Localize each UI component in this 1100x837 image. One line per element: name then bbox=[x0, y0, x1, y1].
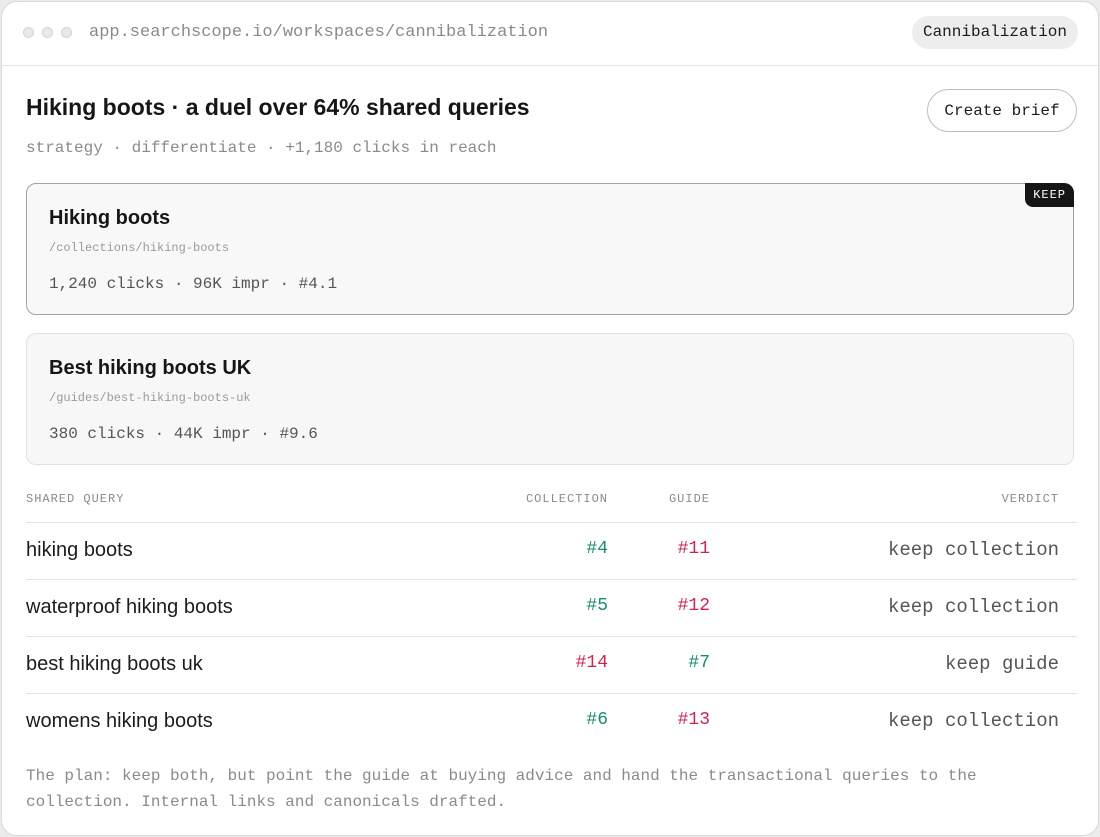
header-collection: COLLECTION bbox=[525, 492, 608, 506]
query-cell: hiking boots bbox=[26, 539, 133, 561]
zoom-window-dot[interactable] bbox=[61, 27, 72, 38]
header-guide: GUIDE bbox=[668, 492, 710, 506]
collection-rank-cell: #5 bbox=[586, 596, 608, 616]
header-shared-query: SHARED QUERY bbox=[26, 492, 125, 506]
query-cell: best hiking boots uk bbox=[26, 653, 203, 675]
address-bar-url[interactable]: app.searchscope.io/workspaces/cannibaliz… bbox=[89, 23, 548, 42]
page-card-guide[interactable]: Best hiking boots UK /guides/best-hiking… bbox=[26, 333, 1074, 465]
guide-rank-cell: #13 bbox=[677, 710, 710, 730]
page-card-title: Best hiking boots UK bbox=[49, 357, 252, 379]
collection-rank-cell: #6 bbox=[586, 710, 608, 730]
verdict-cell: keep guide bbox=[944, 653, 1059, 675]
page-card-stats: 380 clicks · 44K impr · #9.6 bbox=[49, 425, 318, 443]
collection-rank-cell: #14 bbox=[575, 653, 608, 673]
section-pill[interactable]: Cannibalization bbox=[911, 16, 1078, 49]
verdict-cell: keep collection bbox=[887, 539, 1059, 561]
page-title: Hiking boots · a duel over 64% shared qu… bbox=[26, 94, 530, 120]
query-cell: womens hiking boots bbox=[26, 710, 213, 732]
verdict-cell: keep collection bbox=[887, 710, 1059, 732]
browser-titlebar: app.searchscope.io/workspaces/cannibaliz… bbox=[2, 2, 1098, 66]
verdict-cell: keep collection bbox=[887, 596, 1059, 618]
page-subtitle: strategy · differentiate · +1,180 clicks… bbox=[26, 139, 497, 157]
page-card-stats: 1,240 clicks · 96K impr · #4.1 bbox=[49, 275, 338, 293]
page-card-path: /collections/hiking-boots bbox=[49, 241, 230, 255]
table-row[interactable]: womens hiking boots #6 #13 keep collecti… bbox=[26, 694, 1077, 750]
page-card-collection[interactable]: KEEP Hiking boots /collections/hiking-bo… bbox=[26, 183, 1074, 315]
close-window-dot[interactable] bbox=[23, 27, 34, 38]
guide-rank-cell: #12 bbox=[677, 596, 710, 616]
guide-rank-cell: #11 bbox=[677, 539, 710, 559]
table-row[interactable]: best hiking boots uk #14 #7 keep guide bbox=[26, 637, 1077, 694]
page-card-title: Hiking boots bbox=[49, 207, 171, 229]
page-card-path: /guides/best-hiking-boots-uk bbox=[49, 391, 251, 405]
minimize-window-dot[interactable] bbox=[42, 27, 53, 38]
app-window: app.searchscope.io/workspaces/cannibaliz… bbox=[1, 1, 1099, 836]
guide-rank-cell: #7 bbox=[688, 653, 710, 673]
table-row[interactable]: waterproof hiking boots #5 #12 keep coll… bbox=[26, 580, 1077, 637]
table-row[interactable]: hiking boots #4 #11 keep collection bbox=[26, 523, 1077, 580]
shared-queries-table: SHARED QUERY COLLECTION GUIDE VERDICT hi… bbox=[26, 480, 1077, 750]
table-header: SHARED QUERY COLLECTION GUIDE VERDICT bbox=[26, 480, 1077, 523]
query-cell: waterproof hiking boots bbox=[26, 596, 233, 618]
keep-badge: KEEP bbox=[1025, 183, 1074, 207]
header-verdict: VERDICT bbox=[1001, 492, 1059, 506]
window-controls bbox=[23, 27, 72, 38]
plan-note: The plan: keep both, but point the guide… bbox=[26, 767, 977, 811]
collection-rank-cell: #4 bbox=[586, 539, 608, 559]
create-brief-button[interactable]: Create brief bbox=[927, 89, 1077, 132]
